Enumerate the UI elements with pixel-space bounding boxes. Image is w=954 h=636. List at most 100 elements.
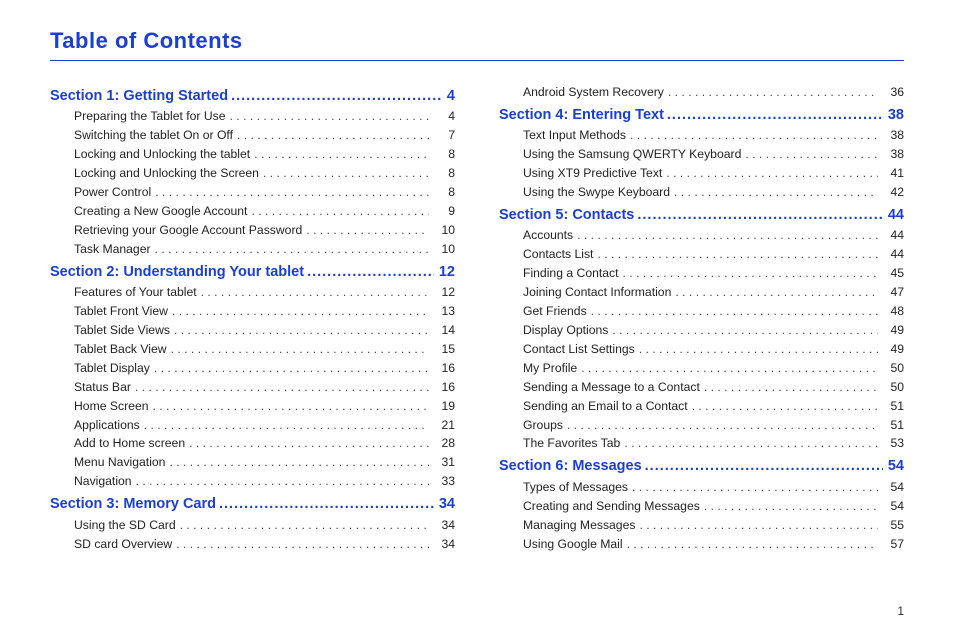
toc-entry-row[interactable]: Tablet Display16 bbox=[50, 359, 455, 378]
toc-leaders bbox=[704, 378, 878, 397]
toc-section-label: Section 5: Contacts bbox=[499, 204, 634, 226]
toc-entry-row[interactable]: Text Input Methods38 bbox=[499, 126, 904, 145]
toc-entry-row[interactable]: Finding a Contact 45 bbox=[499, 264, 904, 283]
toc-leaders bbox=[237, 126, 429, 145]
toc-leaders bbox=[632, 478, 878, 497]
toc-leaders bbox=[251, 202, 429, 221]
toc-entry-row[interactable]: Using the SD Card34 bbox=[50, 516, 455, 535]
toc-leaders bbox=[169, 453, 429, 472]
toc-entry-row[interactable]: Switching the tablet On or Off7 bbox=[50, 126, 455, 145]
toc-entry-row[interactable]: Retrieving your Google Account Password1… bbox=[50, 221, 455, 240]
toc-leaders bbox=[623, 264, 878, 283]
toc-entry-row[interactable]: Types of Messages54 bbox=[499, 478, 904, 497]
toc-entry-row[interactable]: Navigation33 bbox=[50, 472, 455, 491]
toc-entry-page: 8 bbox=[433, 145, 455, 164]
toc-entry-row[interactable]: The Favorites Tab53 bbox=[499, 434, 904, 453]
toc-section-row[interactable]: Section 1: Getting Started 4 bbox=[50, 85, 455, 107]
toc-entry-row[interactable]: Get Friends48 bbox=[499, 302, 904, 321]
toc-entry-label: Retrieving your Google Account Password bbox=[74, 221, 302, 240]
toc-entry-label: Status Bar bbox=[74, 378, 131, 397]
toc-entry-row[interactable]: Sending a Message to a Contact50 bbox=[499, 378, 904, 397]
toc-leaders bbox=[692, 397, 878, 416]
toc-entry-label: Finding a Contact bbox=[523, 264, 619, 283]
toc-leaders bbox=[231, 85, 442, 107]
toc-leaders bbox=[307, 261, 434, 283]
toc-entry-row[interactable]: SD card Overview34 bbox=[50, 535, 455, 554]
toc-entry-page: 10 bbox=[433, 240, 455, 259]
toc-leaders bbox=[254, 145, 429, 164]
toc-leaders bbox=[645, 455, 883, 477]
toc-entry-row[interactable]: Status Bar16 bbox=[50, 378, 455, 397]
toc-entry-page: 8 bbox=[433, 183, 455, 202]
toc-entry-row[interactable]: Add to Home screen28 bbox=[50, 434, 455, 453]
toc-entry-page: 31 bbox=[433, 453, 455, 472]
toc-entry-row[interactable]: Joining Contact Information47 bbox=[499, 283, 904, 302]
toc-entry-row[interactable]: Task Manager 10 bbox=[50, 240, 455, 259]
toc-leaders bbox=[612, 321, 878, 340]
toc-entry-label: Using the Samsung QWERTY Keyboard bbox=[523, 145, 741, 164]
toc-leaders bbox=[704, 497, 878, 516]
toc-entry-row[interactable]: Using the Swype Keyboard42 bbox=[499, 183, 904, 202]
toc-entry-row[interactable]: Creating and Sending Messages54 bbox=[499, 497, 904, 516]
toc-entry-label: Power Control bbox=[74, 183, 151, 202]
toc-entry-label: Using the Swype Keyboard bbox=[523, 183, 670, 202]
toc-entry-row[interactable]: Using XT9 Predictive Text41 bbox=[499, 164, 904, 183]
toc-entry-row[interactable]: Home Screen19 bbox=[50, 397, 455, 416]
toc-entry-page: 12 bbox=[433, 283, 455, 302]
toc-section-row[interactable]: Section 4: Entering Text 38 bbox=[499, 104, 904, 126]
toc-entry-label: Joining Contact Information bbox=[523, 283, 671, 302]
toc-entry-row[interactable]: Accounts44 bbox=[499, 226, 904, 245]
toc-entry-label: Locking and Unlocking the Screen bbox=[74, 164, 259, 183]
toc-entry-label: Tablet Display bbox=[74, 359, 150, 378]
toc-entry-row[interactable]: Using the Samsung QWERTY Keyboard38 bbox=[499, 145, 904, 164]
toc-entry-page: 45 bbox=[882, 264, 904, 283]
toc-entry-page: 57 bbox=[882, 535, 904, 554]
toc-entry-page: 51 bbox=[882, 397, 904, 416]
toc-entry-row[interactable]: Locking and Unlocking the Screen8 bbox=[50, 164, 455, 183]
toc-section-label: Section 2: Understanding Your tablet bbox=[50, 261, 304, 283]
toc-column-left: Section 1: Getting Started 4Preparing th… bbox=[50, 83, 455, 553]
toc-entry-page: 49 bbox=[882, 340, 904, 359]
toc-entry-label: Creating and Sending Messages bbox=[523, 497, 700, 516]
toc-section-row[interactable]: Section 6: Messages 54 bbox=[499, 455, 904, 477]
toc-entry-row[interactable]: Tablet Front View13 bbox=[50, 302, 455, 321]
toc-entry-row[interactable]: Display Options49 bbox=[499, 321, 904, 340]
toc-entry-row[interactable]: Sending an Email to a Contact51 bbox=[499, 397, 904, 416]
toc-section-row[interactable]: Section 5: Contacts 44 bbox=[499, 204, 904, 226]
toc-section-row[interactable]: Section 2: Understanding Your tablet 12 bbox=[50, 261, 455, 283]
toc-entry-row[interactable]: Using Google Mail57 bbox=[499, 535, 904, 554]
toc-entry-label: Text Input Methods bbox=[523, 126, 626, 145]
toc-leaders bbox=[230, 107, 429, 126]
toc-entry-row[interactable]: Contacts List44 bbox=[499, 245, 904, 264]
toc-entry-row[interactable]: Power Control 8 bbox=[50, 183, 455, 202]
toc-leaders bbox=[597, 245, 878, 264]
toc-entry-row[interactable]: Locking and Unlocking the tablet8 bbox=[50, 145, 455, 164]
toc-entry-row[interactable]: Creating a New Google Account9 bbox=[50, 202, 455, 221]
toc-entry-row[interactable]: Contact List Settings49 bbox=[499, 340, 904, 359]
toc-entry-label: Sending a Message to a Contact bbox=[523, 378, 700, 397]
toc-leaders bbox=[136, 472, 429, 491]
toc-entry-row[interactable]: Tablet Back View15 bbox=[50, 340, 455, 359]
toc-entry-row[interactable]: Groups51 bbox=[499, 416, 904, 435]
toc-entry-label: Task Manager bbox=[74, 240, 151, 259]
toc-entry-row[interactable]: Features of Your tablet12 bbox=[50, 283, 455, 302]
toc-entry-row[interactable]: My Profile50 bbox=[499, 359, 904, 378]
toc-section-label: Section 6: Messages bbox=[499, 455, 642, 477]
toc-entry-page: 54 bbox=[882, 478, 904, 497]
toc-section-label: Section 3: Memory Card bbox=[50, 493, 216, 515]
toc-section-row[interactable]: Section 3: Memory Card 34 bbox=[50, 493, 455, 515]
toc-entry-row[interactable]: Applications21 bbox=[50, 416, 455, 435]
toc-leaders bbox=[155, 183, 429, 202]
toc-entry-row[interactable]: Managing Messages55 bbox=[499, 516, 904, 535]
toc-entry-row[interactable]: Android System Recovery36 bbox=[499, 83, 904, 102]
toc-entry-row[interactable]: Tablet Side Views14 bbox=[50, 321, 455, 340]
toc-entry-label: Contacts List bbox=[523, 245, 593, 264]
toc-entry-row[interactable]: Preparing the Tablet for Use4 bbox=[50, 107, 455, 126]
toc-entry-row[interactable]: Menu Navigation31 bbox=[50, 453, 455, 472]
toc-entry-label: Tablet Back View bbox=[74, 340, 167, 359]
toc-entry-label: Managing Messages bbox=[523, 516, 635, 535]
toc-entry-page: 44 bbox=[882, 226, 904, 245]
toc-section-page: 54 bbox=[888, 455, 904, 477]
toc-entry-page: 19 bbox=[433, 397, 455, 416]
toc-leaders bbox=[155, 240, 429, 259]
